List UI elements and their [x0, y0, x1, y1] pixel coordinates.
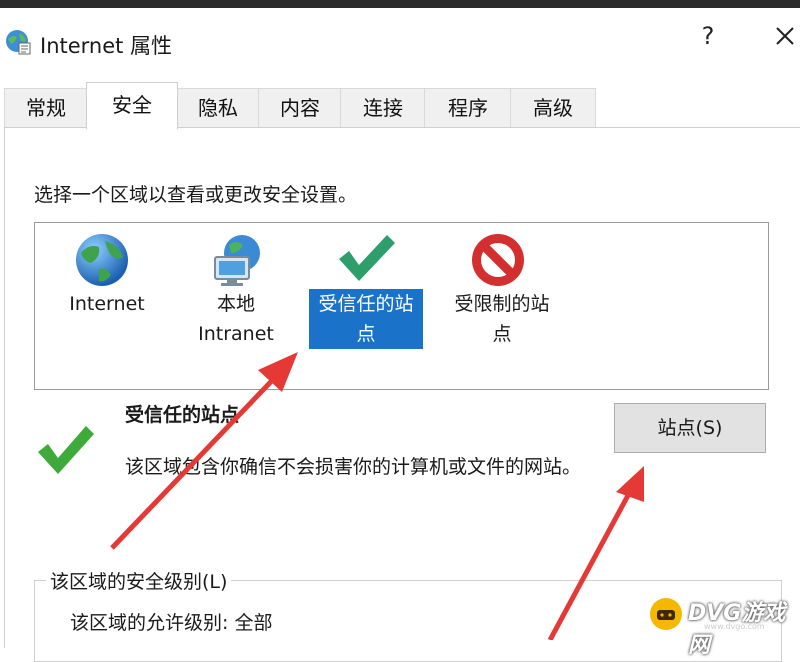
tab-connections[interactable]: 连接: [340, 88, 426, 127]
checkmark-icon: [339, 235, 395, 281]
tab-security[interactable]: 安全: [86, 82, 178, 129]
close-icon[interactable]: [765, 16, 800, 56]
window-title: Internet 属性: [40, 34, 173, 58]
zone-label-intranet: 本地 Intranet: [198, 293, 274, 345]
tab-advanced[interactable]: 高级: [510, 88, 596, 127]
selected-zone-description: 该区域包含你确信不会损害你的计算机或文件的网站。: [125, 456, 582, 478]
help-button[interactable]: ?: [690, 18, 726, 54]
tab-content[interactable]: 内容: [258, 88, 342, 127]
zone-list: Internet 本地 Intranet 受信任的站 点 受限制的站 点: [34, 222, 769, 390]
tab-general[interactable]: 常规: [4, 88, 88, 127]
restricted-icon: [472, 234, 524, 286]
screen-top-bar: [0, 0, 800, 8]
watermark-url: www.dvgo.com: [704, 622, 765, 631]
security-level-legend: 该区域的安全级别(L): [46, 567, 232, 594]
zone-checkmark-icon: [38, 426, 94, 474]
zone-label-internet: Internet: [69, 293, 145, 315]
intranet-icon: [214, 235, 260, 286]
sites-button[interactable]: 站点(S): [614, 403, 766, 453]
title-bar: Internet 属性: [0, 8, 800, 66]
tab-programs[interactable]: 程序: [424, 88, 512, 127]
internet-options-icon: [6, 30, 31, 55]
allowed-level-text: 该区域的允许级别: 全部: [70, 612, 273, 634]
globe-icon: [76, 234, 128, 286]
zone-label-trusted-sites: 受信任的站 点: [309, 289, 423, 349]
zone-label-restricted-sites: 受限制的站 点: [454, 293, 550, 345]
selected-zone-name: 受信任的站点: [125, 404, 240, 426]
zone-instruction: 选择一个区域以查看或更改安全设置。: [34, 184, 358, 206]
tab-privacy[interactable]: 隐私: [176, 88, 260, 127]
